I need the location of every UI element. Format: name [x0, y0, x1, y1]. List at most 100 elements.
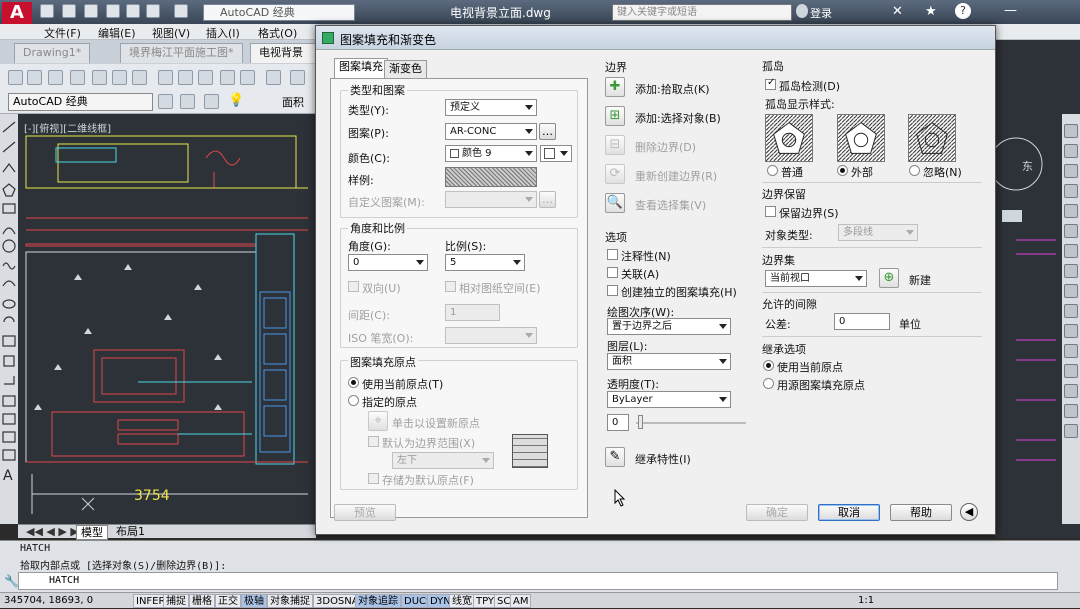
open-icon[interactable]: [27, 70, 42, 85]
erase-icon[interactable]: [1064, 124, 1078, 138]
match-properties-icon[interactable]: [220, 70, 235, 85]
help-icon[interactable]: ?: [955, 3, 971, 19]
status-snap[interactable]: 捕捉: [163, 594, 189, 608]
command-settings-icon[interactable]: 🔧: [4, 574, 19, 588]
draw-tools-icons[interactable]: A: [0, 114, 18, 524]
draw-order-select[interactable]: 置于边界之后: [607, 318, 731, 335]
recreate-boundary-icon[interactable]: ⟳: [605, 164, 625, 184]
help-button[interactable]: 帮助: [890, 504, 952, 521]
new-boundary-set-icon[interactable]: ⊕: [879, 268, 899, 288]
add-select-objects-button[interactable]: 添加:选择对象(B): [635, 110, 721, 126]
trim-icon[interactable]: [1064, 304, 1078, 318]
tab-hatch[interactable]: 图案填充: [334, 58, 388, 78]
star-icon[interactable]: ★: [925, 4, 937, 19]
island-normal-icon[interactable]: [765, 114, 813, 162]
search-input[interactable]: 键入关键字或短语: [612, 4, 792, 21]
double-checkbox[interactable]: [348, 281, 359, 292]
scale-select[interactable]: 5: [445, 254, 525, 271]
menu-insert[interactable]: 插入(I): [206, 25, 240, 41]
minimize-icon[interactable]: —: [1004, 3, 1017, 18]
relative-paper-checkbox[interactable]: [445, 281, 456, 292]
island-ignore-radio[interactable]: [909, 165, 920, 176]
save-icon[interactable]: [84, 4, 98, 18]
fillet-icon[interactable]: [1064, 404, 1078, 418]
print-icon[interactable]: [126, 4, 140, 18]
layer-select[interactable]: 面积: [607, 353, 731, 370]
autocad-logo-button[interactable]: A: [2, 2, 32, 24]
publish-icon[interactable]: [112, 70, 127, 85]
type-select[interactable]: 预定义: [445, 99, 537, 116]
annotative-checkbox[interactable]: [607, 249, 618, 260]
boundary-set-select[interactable]: 当前视口: [765, 270, 867, 287]
exchange-icon[interactable]: ✕: [892, 4, 903, 19]
menu-view[interactable]: 视图(V): [152, 25, 190, 41]
move-icon[interactable]: [1064, 224, 1078, 238]
separate-hatches-checkbox[interactable]: [607, 285, 618, 296]
cancel-button[interactable]: 取消: [818, 504, 880, 521]
pattern-swatch[interactable]: [445, 167, 537, 187]
view-selections-button[interactable]: 查看选择集(V): [635, 197, 706, 213]
workspace-combo[interactable]: AutoCAD 经典: [203, 4, 355, 21]
paste-icon[interactable]: [198, 70, 213, 85]
status-polar[interactable]: 极轴: [241, 594, 267, 608]
workspace-settings-icon[interactable]: [158, 94, 173, 109]
menu-file[interactable]: 文件(F): [44, 25, 81, 41]
plot-preview-icon[interactable]: [92, 70, 107, 85]
redo-icon[interactable]: [290, 70, 305, 85]
chamfer-icon[interactable]: [1064, 384, 1078, 398]
status-am[interactable]: AM: [510, 594, 532, 608]
transparency-slider-thumb[interactable]: [638, 415, 643, 429]
extents-position-select[interactable]: 左下: [392, 452, 494, 469]
doc-tab-tv-elevation[interactable]: 电视背景立: [250, 43, 320, 77]
custom-pattern-select[interactable]: [445, 191, 537, 208]
preview-button[interactable]: 预览: [334, 504, 396, 521]
annotation-scale[interactable]: 1:1: [858, 595, 874, 606]
associative-checkbox[interactable]: [607, 267, 618, 278]
command-input[interactable]: HATCH: [18, 572, 1058, 590]
use-current-origin-radio[interactable]: [348, 377, 359, 388]
tab-gradient[interactable]: 渐变色: [384, 60, 427, 78]
layer-combo[interactable]: 面积: [282, 94, 304, 110]
array-icon[interactable]: [1064, 204, 1078, 218]
inherit-properties-button[interactable]: 继承特性(I): [635, 451, 691, 467]
tolerance-input[interactable]: 0: [834, 313, 890, 330]
extend-icon[interactable]: [1064, 324, 1078, 338]
lightbulb-icon[interactable]: 💡: [228, 93, 244, 108]
inherit-properties-icon[interactable]: ✎: [605, 447, 625, 467]
break-icon[interactable]: [1064, 344, 1078, 358]
add-pick-points-button[interactable]: 添加:拾取点(K): [635, 81, 710, 97]
redo-icon[interactable]: [174, 4, 188, 18]
menu-format[interactable]: 格式(O): [258, 25, 297, 41]
default-extents-checkbox[interactable]: [368, 436, 379, 447]
remove-boundaries-icon[interactable]: ⊟: [605, 135, 625, 155]
collapse-more-options-icon[interactable]: ◀: [960, 503, 978, 521]
add-pick-points-icon[interactable]: ✚: [605, 77, 625, 97]
rotate-icon[interactable]: [1064, 244, 1078, 258]
iso-pen-width-select[interactable]: [445, 327, 537, 344]
save-as-icon[interactable]: [106, 4, 120, 18]
explode-icon[interactable]: [1064, 424, 1078, 438]
menu-edit[interactable]: 编辑(E): [98, 25, 136, 41]
object-type-select[interactable]: 多段线: [838, 224, 918, 241]
join-icon[interactable]: [1064, 364, 1078, 378]
block-editor-icon[interactable]: [240, 70, 255, 85]
undo-icon[interactable]: [266, 70, 281, 85]
island-ignore-icon[interactable]: [908, 114, 956, 162]
layer-state-icon[interactable]: [204, 94, 219, 109]
status-osnap[interactable]: 对象捕捉: [267, 594, 313, 608]
copy-icon[interactable]: [178, 70, 193, 85]
stretch-icon[interactable]: [1064, 284, 1078, 298]
plot-icon[interactable]: [70, 70, 85, 85]
view-selections-icon[interactable]: 🔍: [605, 193, 625, 213]
scale-icon[interactable]: [1064, 264, 1078, 278]
offset-icon[interactable]: [1064, 184, 1078, 198]
status-grid[interactable]: 栅格: [189, 594, 215, 608]
cut-icon[interactable]: [158, 70, 173, 85]
dialog-title-bar[interactable]: 图案填充和渐变色: [316, 26, 995, 50]
transparency-select[interactable]: ByLayer: [607, 391, 731, 408]
status-ortho[interactable]: 正交: [215, 594, 241, 608]
login-button[interactable]: 登录: [810, 5, 832, 21]
copy-object-icon[interactable]: [1064, 144, 1078, 158]
open-file-icon[interactable]: [62, 4, 76, 18]
island-normal-radio[interactable]: [767, 165, 778, 176]
